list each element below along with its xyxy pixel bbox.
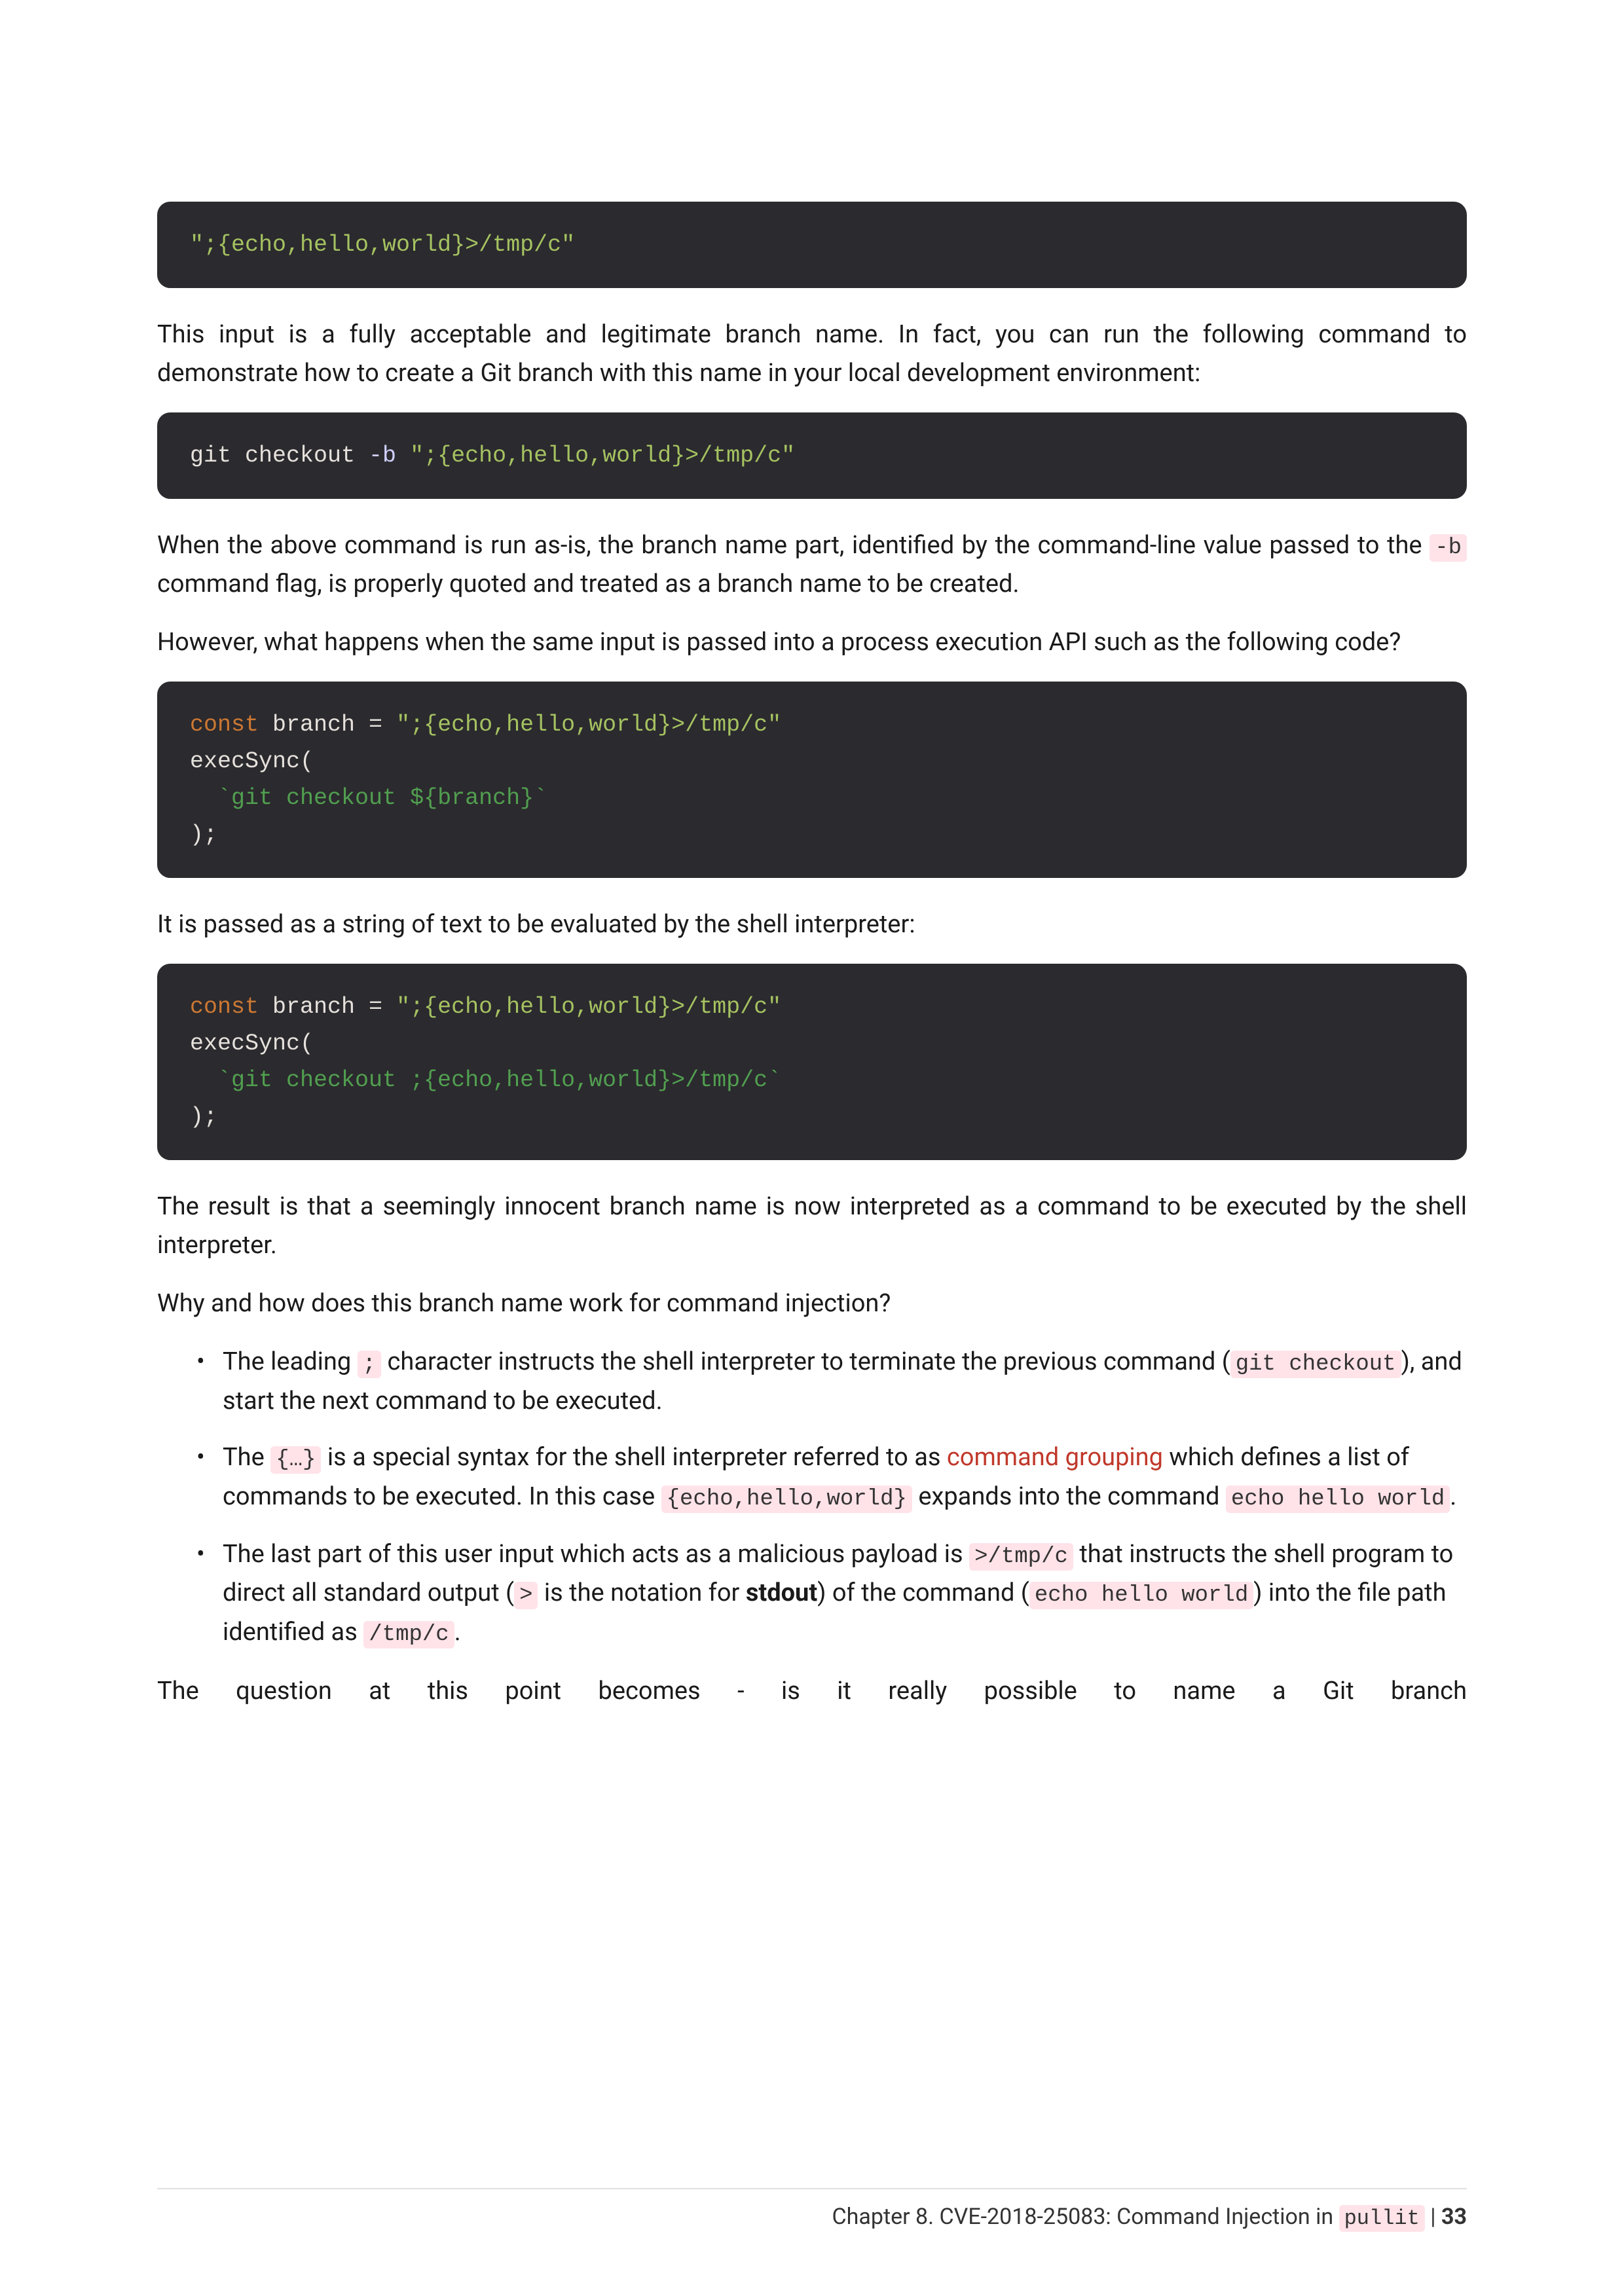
footer-sep: |: [1425, 2204, 1441, 2230]
text: The: [223, 1443, 270, 1472]
inline-code: echo hello world: [1226, 1485, 1450, 1513]
code-block-1: ";{echo,hello,world}>/tmp/c": [157, 202, 1467, 288]
paragraph-6: Why and how does this branch name work f…: [157, 1285, 1467, 1323]
code-string: ";{echo,hello,world}>/tmp/c": [396, 712, 781, 738]
link-command-grouping[interactable]: command grouping: [947, 1443, 1163, 1472]
list-item: The last part of this user input which a…: [196, 1535, 1467, 1652]
inline-code: pullit: [1339, 2205, 1425, 2232]
code-string: ";{echo,hello,world}>/tmp/c": [396, 443, 795, 469]
text: The leading: [223, 1347, 358, 1376]
code-text: execSync(: [190, 1030, 314, 1057]
code-block-3: const branch = ";{echo,hello,world}>/tmp…: [157, 682, 1467, 878]
text: When the above command is run as-is, the…: [157, 531, 1430, 560]
inline-code: ;: [358, 1351, 381, 1378]
paragraph-7: The question at this point becomes - is …: [157, 1672, 1467, 1711]
footer-chapter: Chapter 8. CVE-2018-25083: Command Injec…: [832, 2204, 1339, 2230]
bullet-list: The leading ; character instructs the sh…: [196, 1343, 1467, 1652]
paragraph-2: When the above command is run as-is, the…: [157, 526, 1467, 604]
code-text: );: [190, 822, 217, 848]
text: is the notation for: [538, 1578, 745, 1607]
code-interp: ${branch}: [410, 785, 534, 811]
inline-code: git checkout: [1230, 1351, 1401, 1378]
text: character instructs the shell interprete…: [381, 1347, 1230, 1376]
code-var: branch =: [259, 994, 396, 1020]
paragraph-5: The result is that a seemingly innocent …: [157, 1188, 1467, 1265]
inline-code: {echo,hello,world}: [661, 1485, 912, 1513]
inline-code: >/tmp/c: [969, 1543, 1073, 1571]
code-var: branch =: [259, 712, 396, 738]
code-block-2: git checkout -b ";{echo,hello,world}>/tm…: [157, 412, 1467, 499]
paragraph-3: However, what happens when the same inpu…: [157, 623, 1467, 662]
text: .: [454, 1618, 461, 1647]
text: ) of the command (: [817, 1578, 1029, 1607]
text: command flag, is properly quoted and tre…: [157, 570, 1019, 598]
page-content: ";{echo,hello,world}>/tmp/c" This input …: [0, 0, 1624, 2296]
inline-code: -b: [1430, 534, 1467, 562]
inline-code: {…}: [270, 1446, 321, 1474]
code-keyword: const: [190, 994, 259, 1020]
code-block-4: const branch = ";{echo,hello,world}>/tmp…: [157, 964, 1467, 1160]
text: The last part of this user input which a…: [223, 1540, 969, 1569]
list-item: The leading ; character instructs the sh…: [196, 1343, 1467, 1421]
inline-code: echo hello world: [1029, 1582, 1253, 1609]
code-text: ";{echo,hello,world}>/tmp/c": [190, 232, 575, 258]
inline-code: /tmp/c: [363, 1621, 454, 1649]
code-text: git checkout: [190, 443, 369, 469]
page-number: 33: [1441, 2204, 1467, 2230]
text: .: [1450, 1482, 1456, 1511]
code-template: `git checkout: [190, 785, 410, 811]
code-flag: -b: [369, 443, 396, 469]
code-text: execSync(: [190, 748, 314, 774]
paragraph-4: It is passed as a string of text to be e…: [157, 905, 1467, 944]
bold-text: stdout: [746, 1578, 817, 1607]
list-item: The {…} is a special syntax for the shel…: [196, 1438, 1467, 1516]
code-text: );: [190, 1104, 217, 1130]
code-keyword: const: [190, 712, 259, 738]
page-footer: Chapter 8. CVE-2018-25083: Command Injec…: [157, 2188, 1467, 2231]
code-template: `: [534, 785, 547, 811]
paragraph-1: This input is a fully acceptable and leg…: [157, 316, 1467, 393]
text: is a special syntax for the shell interp…: [321, 1443, 947, 1472]
inline-code: >: [514, 1582, 538, 1609]
code-string: ";{echo,hello,world}>/tmp/c": [396, 994, 781, 1020]
text: expands into the command: [912, 1482, 1226, 1511]
code-template: `git checkout ;{echo,hello,world}>/tmp/c…: [190, 1067, 781, 1093]
